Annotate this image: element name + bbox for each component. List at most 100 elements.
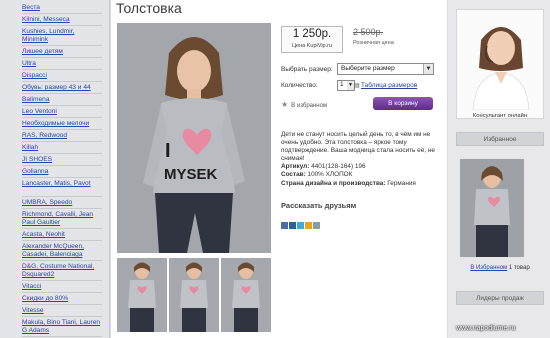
sidebar-item: Kushies, Lundmir, Minimink — [22, 26, 102, 46]
chevron-down-icon: ▼ — [347, 81, 354, 90]
sidebar-item-link[interactable]: Vitacci — [22, 283, 41, 290]
sidebar-item-link[interactable]: Killah — [22, 144, 38, 151]
favorites-count: 1 — [508, 265, 513, 271]
shirt-letter: I — [165, 140, 171, 162]
share-title: Рассказать друзьям — [281, 201, 357, 210]
sidebar-item-link[interactable]: RAS, Redwood — [22, 132, 67, 139]
quantity-label: Количество: — [281, 82, 318, 89]
sidebar-item: Vitacci — [22, 281, 102, 293]
sidebar-item-link[interactable]: UMBRA, Speedo — [22, 199, 72, 206]
sidebar-item-link[interactable]: Kilnini, Messeca — [22, 16, 70, 23]
brand-sidebar: Веста Kilnini, Messeca Kushies, Lundmir, M… — [0, 0, 110, 338]
sidebar-item-link[interactable]: Ultra — [22, 60, 36, 67]
sidebar-item: Alexander McQueen, Casadei, Balenciaga — [22, 241, 102, 261]
sidebar-item-link[interactable]: Kushies, Lundmir, Minimink — [22, 28, 74, 43]
sidebar-item-link[interactable]: Скидки до 80% — [22, 295, 68, 302]
country-row: Страна дизайна и производства: Германия — [281, 179, 416, 187]
facebook-icon[interactable] — [289, 222, 296, 229]
size-table-link[interactable]: Таблица размеров — [361, 82, 417, 89]
sidebar-item-link[interactable]: Makula, Bino Tiani, Lauren G Adams — [22, 319, 100, 334]
sidebar-item: UMBRA, Speedo — [22, 197, 102, 209]
sidebar-item: Ultra — [22, 58, 102, 70]
sidebar-item: Acasta, Neohit — [22, 229, 102, 241]
article-row: Артикул: 4401(128-164) 196 — [281, 163, 366, 171]
sidebar-item: Веста — [22, 2, 102, 14]
favorites-link[interactable]: В Избранном — [470, 265, 507, 271]
product-thumb-3[interactable] — [221, 258, 271, 332]
vk-icon[interactable] — [281, 222, 288, 229]
sidebar-item: Лишее детям — [22, 46, 102, 58]
size-select[interactable]: Выберите размер ▼ — [337, 63, 434, 75]
watermark: www.napodiume.ru — [456, 325, 516, 332]
product-thumb-2[interactable] — [169, 258, 219, 332]
sidebar-item-link[interactable]: Необходимые мелочи — [22, 120, 89, 127]
brand-list: Веста Kilnini, Messeca Kushies, Lundmir, M… — [0, 0, 109, 337]
price-box: 1 250р. Цена KupiVip.ru — [281, 26, 343, 53]
sidebar-item-link[interactable]: Dispacci — [22, 72, 47, 79]
favorites-summary: В Избранном 1 товар — [456, 265, 544, 271]
add-to-cart-button[interactable]: В корзину — [373, 97, 433, 110]
sidebar-item-link[interactable]: Leo Ventoni — [22, 108, 57, 115]
product-main: Толстовка I MYSEK 1 250р. Цена KupiVip.r… — [111, 0, 447, 338]
sidebar-item-link[interactable]: Лишее детям — [22, 48, 63, 55]
sidebar-item: Vitesse — [22, 305, 102, 317]
star-icon: ★ — [281, 100, 289, 109]
sidebar-item: Leo Ventoni — [22, 106, 102, 118]
sidebar-item: RAS, Redwood — [22, 130, 102, 142]
sidebar-item: JI SHOES — [22, 154, 102, 166]
sidebar-item-link[interactable]: Alexander McQueen, Casadei, Balenciaga — [22, 243, 84, 258]
girl-illustration: I MYSEK — [117, 23, 271, 253]
sidebar-item-link[interactable]: Richmond, Cavalli, Jean Paul Gaultier — [22, 211, 93, 226]
sidebar-item: Dispacci — [22, 70, 102, 82]
sidebar-item-link[interactable]: Обувь: размер 43 и 44 — [22, 84, 91, 91]
favorites-header: Избранное — [456, 132, 544, 146]
odnoklassniki-icon[interactable] — [313, 222, 320, 229]
consultant-label: Консультант онлайн — [472, 113, 528, 119]
sidebar-item: Скидки до 80% — [22, 293, 102, 305]
sidebar-item-link[interactable]: JI SHOES — [22, 156, 52, 163]
product-main-photo[interactable]: I MYSEK — [117, 23, 271, 253]
share-icons — [281, 216, 321, 234]
size-label: Выбрать размер: — [281, 66, 333, 73]
sidebar-item-link[interactable]: Golianna — [22, 168, 48, 175]
sidebar-item-link[interactable]: Lancaster, Matis, Pavot — [22, 180, 91, 187]
favorite-toggle[interactable]: ★ В избранном — [281, 100, 327, 109]
mailru-icon[interactable] — [305, 222, 312, 229]
product-description: Дети не станут носить целый день то, в ч… — [281, 131, 441, 188]
right-sidebar: Консультант онлайн Избранное В Избранном… — [448, 0, 550, 338]
quantity-select[interactable]: 1 ▼ — [337, 80, 355, 91]
size-select-value: Выберите размер — [341, 65, 395, 72]
consultant-illustration — [472, 27, 530, 111]
price-old: 2 500р. — [353, 27, 384, 37]
chevron-down-icon: ▼ — [423, 64, 433, 74]
sidebar-item: Richmond, Cavalli, Jean Paul Gaultier — [22, 209, 102, 229]
sidebar-item: Golianna — [22, 166, 102, 178]
price-new: 1 250р. — [292, 28, 332, 40]
shirt-text: MYSEK — [164, 166, 218, 183]
favorite-label: В избранном — [291, 103, 328, 109]
twitter-icon[interactable] — [297, 222, 304, 229]
sidebar-item-link[interactable]: Acasta, Neohit — [22, 231, 65, 238]
product-thumb-1[interactable] — [117, 258, 167, 332]
sidebar-item-link[interactable]: Vitesse — [22, 307, 44, 314]
sidebar-item-link[interactable]: D&G, Costume National, Dsquared2 — [22, 263, 94, 278]
composition-row: Состав: 100% ХЛОПОК — [281, 171, 353, 179]
sidebar-item-link[interactable]: Веста — [22, 4, 40, 11]
leaders-header: Лидеры продаж — [456, 291, 544, 305]
online-consultant[interactable]: Консультант онлайн — [456, 9, 544, 119]
page-title: Толстовка — [116, 0, 182, 16]
favorites-suffix: товар — [513, 265, 530, 271]
sidebar-item: D&G, Costume National, Dsquared2 — [22, 261, 102, 281]
sidebar-item: Необходимые мелочи — [22, 118, 102, 130]
sidebar-item-link[interactable]: Balimena — [22, 96, 50, 103]
quantity-value: 1 — [340, 81, 344, 88]
sidebar-item: Обувь: размер 43 и 44 — [22, 82, 102, 94]
sidebar-item: Balimena — [22, 94, 102, 106]
sidebar-item: Kilnini, Messeca — [22, 14, 102, 26]
price-new-label: Цена KupiVip.ru — [291, 43, 333, 49]
sidebar-item: Lancaster, Matis, Pavot — [22, 178, 102, 197]
sidebar-item: Killah — [22, 142, 102, 154]
price-old-label: Розничная цена — [353, 40, 394, 46]
favorite-item-photo[interactable] — [460, 159, 524, 257]
description-text: Дети не станут носить целый день то, в ч… — [281, 131, 435, 163]
